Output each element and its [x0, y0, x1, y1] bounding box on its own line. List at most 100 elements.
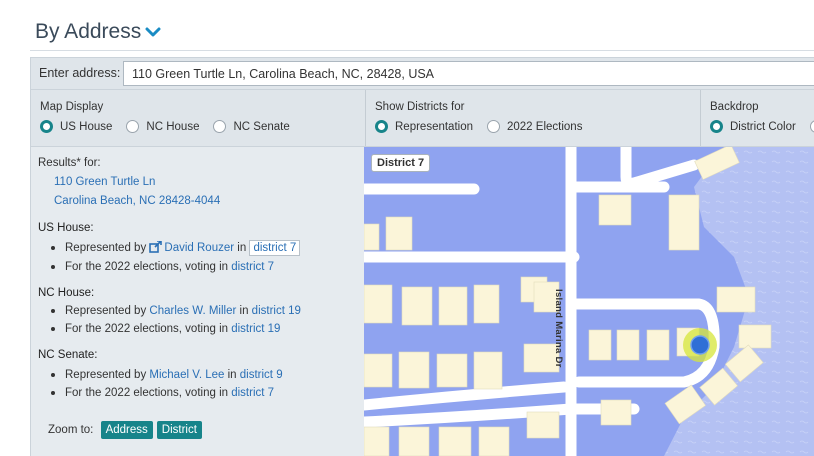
building	[438, 426, 472, 456]
zoom-district-button[interactable]: District	[156, 421, 202, 439]
bullet	[51, 327, 55, 331]
show-districts-title: Show Districts for	[375, 101, 465, 113]
us-house-rep-item: Represented by David Rouzer in district …	[51, 239, 301, 256]
location-marker-icon[interactable]	[690, 335, 710, 355]
nc-senate-election-district-link[interactable]: district 7	[231, 387, 274, 399]
result-address-line2[interactable]: Carolina Beach, NC 28428-4044	[54, 195, 220, 207]
rep-prefix: Represented by	[65, 369, 147, 381]
building	[598, 194, 632, 226]
building	[738, 324, 772, 349]
results-heading: Results* for:	[38, 157, 101, 169]
us-house-district-link[interactable]: district 7	[249, 240, 301, 256]
radio-district-color[interactable]: District Color	[710, 120, 796, 133]
building	[668, 194, 700, 251]
bullet	[51, 391, 55, 395]
building	[364, 426, 390, 456]
nc-house-election-item: For the 2022 elections, voting in distri…	[51, 323, 280, 335]
options-panel: Map Display US House NC House NC Senate …	[30, 90, 814, 147]
nc-house-district-link[interactable]: district 19	[252, 305, 301, 317]
building	[364, 284, 393, 324]
zoom-controls: Zoom to: Address District	[48, 421, 202, 439]
election-prefix: For the 2022 elections, voting in	[65, 323, 229, 335]
district-map[interactable]: District 7 Island Marina Dr	[364, 147, 814, 456]
nc-senate-election-item: For the 2022 elections, voting in distri…	[51, 387, 274, 399]
zoom-address-button[interactable]: Address	[100, 421, 153, 439]
radio-label: Representation	[395, 120, 473, 133]
radio-nc-senate[interactable]: NC Senate	[213, 120, 290, 133]
building	[364, 223, 380, 251]
address-label: Enter address:	[39, 66, 121, 80]
radio-label: District Color	[730, 120, 796, 133]
bullet	[51, 246, 55, 250]
building	[438, 286, 468, 326]
street-label: Island Marina Dr	[553, 289, 564, 368]
radio-backdrop-other[interactable]	[809, 120, 814, 133]
radio-label: NC Senate	[233, 120, 290, 133]
rep-prefix: Represented by	[65, 305, 147, 317]
building	[478, 426, 510, 456]
bullet	[51, 309, 55, 313]
radio-representation[interactable]: Representation	[375, 120, 473, 133]
election-prefix: For the 2022 elections, voting in	[65, 387, 229, 399]
building	[473, 284, 500, 324]
bullet	[51, 265, 55, 269]
building	[364, 353, 393, 388]
radio-selected-icon[interactable]	[710, 120, 723, 133]
result-address-line1[interactable]: 110 Green Turtle Ln	[54, 176, 155, 188]
building	[385, 216, 413, 251]
building	[526, 411, 560, 439]
building	[473, 351, 503, 390]
election-prefix: For the 2022 elections, voting in	[65, 261, 229, 273]
radio-unselected-icon[interactable]	[213, 120, 227, 133]
building	[716, 286, 756, 313]
building	[600, 399, 632, 426]
address-input[interactable]: 110 Green Turtle Ln, Carolina Beach, NC,…	[123, 61, 814, 86]
nc-senate-district-link[interactable]: district 9	[240, 369, 283, 381]
page-title: By Address	[35, 20, 142, 43]
results-panel: Results* for: 110 Green Turtle Ln Caroli…	[30, 147, 364, 456]
bullet	[51, 373, 55, 377]
building	[398, 426, 430, 456]
nc-house-title: NC House:	[38, 287, 95, 299]
radio-selected-icon[interactable]	[375, 120, 388, 133]
radio-us-house[interactable]: US House	[40, 120, 112, 133]
zoom-label: Zoom to:	[48, 424, 94, 436]
page-header[interactable]: By Address	[35, 14, 161, 50]
radio-label: NC House	[146, 120, 200, 133]
radio-label: US House	[60, 120, 113, 133]
header-divider	[30, 50, 814, 51]
in-text: in	[239, 305, 249, 317]
district-label: District 7	[371, 154, 431, 172]
building	[401, 286, 433, 326]
chevron-down-icon[interactable]	[145, 25, 161, 43]
building	[588, 329, 612, 361]
show-districts-group: Show Districts for Representation 2022 E…	[366, 90, 700, 146]
us-house-election-district-link[interactable]: district 7	[231, 261, 274, 273]
building	[436, 353, 468, 388]
map-display-title: Map Display	[40, 101, 104, 113]
nc-house-election-district-link[interactable]: district 19	[231, 323, 280, 335]
address-bar: Enter address: 110 Green Turtle Ln, Caro…	[30, 57, 814, 90]
external-link-icon[interactable]	[149, 239, 163, 256]
us-house-election-item: For the 2022 elections, voting in distri…	[51, 261, 274, 273]
nc-house-rep-item: Represented by Charles W. Miller in dist…	[51, 305, 301, 317]
us-house-title: US House:	[38, 222, 94, 234]
radio-selected-icon[interactable]	[40, 120, 53, 133]
map-display-group: Map Display US House NC House NC Senate	[31, 90, 365, 146]
nc-house-rep-link[interactable]: Charles W. Miller	[149, 305, 236, 317]
radio-unselected-icon[interactable]	[126, 120, 140, 133]
in-text: in	[237, 242, 247, 254]
radio-unselected-icon[interactable]	[809, 120, 814, 133]
building	[646, 329, 670, 361]
nc-senate-rep-link[interactable]: Michael V. Lee	[149, 369, 224, 381]
map-canvas[interactable]	[364, 147, 814, 456]
rep-prefix: Represented by	[65, 242, 147, 254]
radio-2022-elections[interactable]: 2022 Elections	[487, 120, 582, 133]
backdrop-title: Backdrop	[710, 101, 759, 113]
us-house-rep-link[interactable]: David Rouzer	[164, 242, 234, 254]
radio-unselected-icon[interactable]	[487, 120, 500, 133]
building	[616, 329, 640, 361]
in-text: in	[227, 369, 237, 381]
nc-senate-title: NC Senate:	[38, 349, 98, 361]
radio-nc-house[interactable]: NC House	[126, 120, 199, 133]
